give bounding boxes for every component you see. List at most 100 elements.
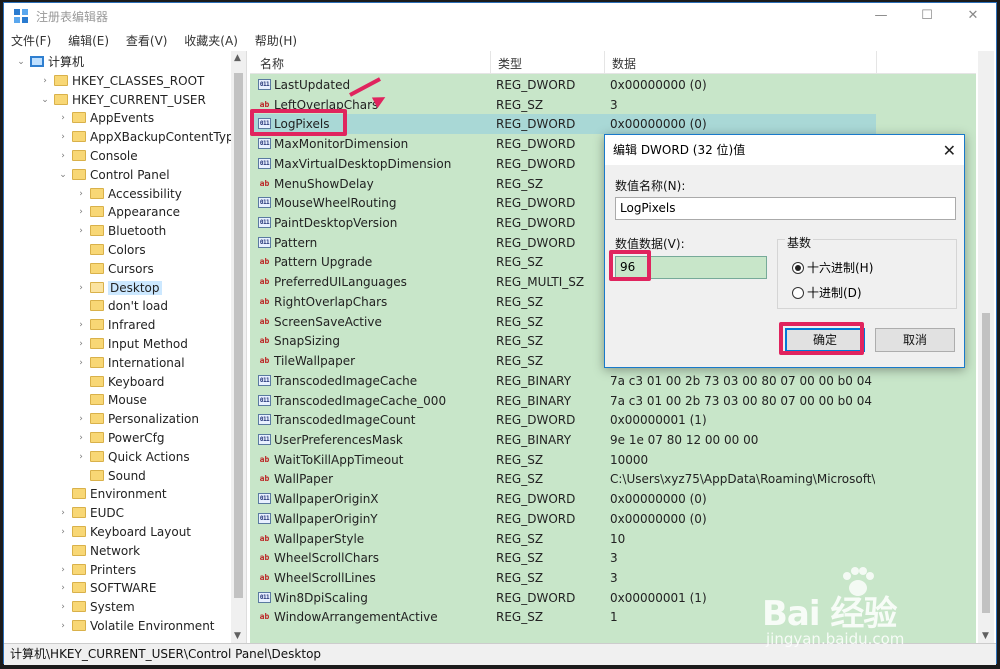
expand-chevron-icon[interactable]: ›	[38, 72, 52, 91]
cancel-button[interactable]: 取消	[875, 328, 955, 352]
tree-node[interactable]: › Personalization	[74, 410, 199, 429]
binary-value-icon: 011	[258, 236, 271, 248]
tree-node[interactable]: ⌄ Control Panel	[56, 166, 169, 185]
expand-chevron-icon[interactable]: ›	[56, 504, 70, 523]
tree-node[interactable]: › AppXBackupContentType	[56, 128, 241, 147]
tree-node[interactable]: › Console	[56, 147, 137, 166]
value-name: PaintDesktopVersion	[274, 216, 398, 231]
expand-chevron-icon[interactable]: ›	[74, 279, 88, 298]
expand-chevron-icon[interactable]: ›	[74, 185, 88, 204]
tree-node[interactable]: Cursors	[74, 260, 154, 279]
tree-node[interactable]: › Appearance	[74, 203, 180, 222]
expand-chevron-icon[interactable]: ›	[74, 429, 88, 448]
tree-node[interactable]: › Printers	[56, 561, 136, 580]
expand-chevron-icon[interactable]: ›	[74, 354, 88, 373]
expand-chevron-icon[interactable]: ›	[56, 561, 70, 580]
column-divider[interactable]	[876, 51, 877, 74]
tree-node[interactable]: › EUDC	[56, 504, 124, 523]
column-name-header[interactable]: 名称	[260, 55, 284, 72]
tree-node[interactable]: › Input Method	[74, 335, 188, 354]
menu-edit[interactable]: 编辑(E)	[61, 29, 115, 49]
hex-radio[interactable]: 十六进制(H)	[792, 261, 873, 275]
value-row[interactable]: 011 TranscodedImageCache_000 REG_BINARY 7a …	[250, 391, 976, 411]
tree-node[interactable]: Network	[56, 542, 140, 561]
tree-node[interactable]: › System	[56, 598, 135, 617]
value-data: 3	[610, 97, 618, 112]
minimize-button[interactable]: —	[858, 3, 904, 29]
collapse-chevron-icon[interactable]: ⌄	[56, 166, 70, 185]
value-row[interactable]: ab WallpaperStyle REG_SZ 10	[250, 529, 976, 549]
tree-scroll-thumb[interactable]	[234, 73, 243, 598]
tree-node[interactable]: Mouse	[74, 391, 147, 410]
expand-chevron-icon[interactable]: ›	[74, 335, 88, 354]
expand-chevron-icon[interactable]: ›	[56, 109, 70, 128]
values-scroll-thumb[interactable]	[982, 313, 990, 613]
binary-value-icon: 011	[258, 374, 271, 386]
string-value-icon: ab	[259, 474, 270, 484]
folder-icon	[90, 281, 104, 293]
collapse-chevron-icon[interactable]: ⌄	[14, 53, 28, 72]
expand-chevron-icon[interactable]: ›	[56, 617, 70, 636]
menu-view[interactable]: 查看(V)	[119, 29, 174, 49]
column-divider[interactable]	[604, 51, 605, 74]
value-row[interactable]: 011 UserPreferencesMask REG_BINARY 9e 1e 07…	[250, 430, 976, 450]
value-row[interactable]: ab LeftOverlapChars REG_SZ 3	[250, 95, 976, 115]
close-button[interactable]: ✕	[950, 3, 996, 29]
tree-node[interactable]: Keyboard	[74, 373, 164, 392]
column-type-header[interactable]: 类型	[498, 55, 522, 72]
value-name: WaitToKillAppTimeout	[274, 452, 404, 467]
tree-node[interactable]: › International	[74, 354, 185, 373]
expand-chevron-icon[interactable]: ›	[74, 316, 88, 335]
tree-node[interactable]: › SOFTWARE	[56, 579, 156, 598]
collapse-chevron-icon[interactable]: ⌄	[38, 91, 52, 110]
tree-node[interactable]: › Keyboard Layout	[56, 523, 191, 542]
tree-node[interactable]: › Bluetooth	[74, 222, 166, 241]
value-row[interactable]: ab WaitToKillAppTimeout REG_SZ 10000	[250, 450, 976, 470]
tree-node[interactable]: › Quick Actions	[74, 448, 189, 467]
values-scrollbar[interactable]: ▼	[978, 51, 994, 643]
expand-chevron-icon[interactable]: ›	[74, 448, 88, 467]
column-divider[interactable]	[490, 51, 491, 74]
menu-file[interactable]: 文件(F)	[4, 29, 57, 49]
expand-chevron-icon[interactable]: ›	[56, 523, 70, 542]
expand-chevron-icon[interactable]: ›	[74, 222, 88, 241]
value-name-field[interactable]: LogPixels	[615, 197, 956, 220]
expand-chevron-icon[interactable]: ›	[74, 410, 88, 429]
value-row[interactable]: 011 TranscodedImageCache REG_BINARY 7a c3 0…	[250, 371, 976, 391]
expand-chevron-icon[interactable]: ›	[56, 128, 70, 147]
tree-node[interactable]: › Volatile Environment	[56, 617, 214, 636]
column-data-header[interactable]: 数据	[612, 55, 636, 72]
tree-node[interactable]: › Accessibility	[74, 185, 182, 204]
expand-chevron-icon[interactable]: ›	[56, 598, 70, 617]
binary-value-icon: 011	[258, 197, 271, 209]
tree-node[interactable]: › HKEY_CLASSES_ROOT	[38, 72, 204, 91]
tree-node[interactable]: › AppEvents	[56, 109, 154, 128]
dec-radio[interactable]: 十进制(D)	[792, 286, 862, 300]
binary-value-icon: 011	[258, 414, 271, 426]
value-row[interactable]: ab WallPaper REG_SZ C:\Users\xyz75\AppData\…	[250, 469, 976, 489]
value-row[interactable]: 011 WallpaperOriginY REG_DWORD 0x00000000 (…	[250, 509, 976, 529]
menu-favorites[interactable]: 收藏夹(A)	[177, 29, 244, 49]
tree-node[interactable]: ⌄ 计算机	[14, 53, 84, 72]
scroll-down-icon[interactable]: ▼	[234, 631, 241, 641]
expand-chevron-icon[interactable]: ›	[56, 579, 70, 598]
expand-chevron-icon[interactable]: ›	[56, 147, 70, 166]
menu-help[interactable]: 帮助(H)	[248, 29, 303, 49]
maximize-button[interactable]: ☐	[904, 3, 950, 29]
value-row[interactable]: 011 WallpaperOriginX REG_DWORD 0x00000000 (…	[250, 489, 976, 509]
tree-node[interactable]: ⌄ HKEY_CURRENT_USER	[38, 91, 206, 110]
scroll-up-icon[interactable]: ▲	[234, 53, 241, 63]
value-row[interactable]: ab WheelScrollChars REG_SZ 3	[250, 548, 976, 568]
tree-scrollbar[interactable]: ▲ ▼	[231, 51, 246, 643]
expand-chevron-icon[interactable]: ›	[74, 203, 88, 222]
tree-node[interactable]: don't load	[74, 297, 168, 316]
value-row[interactable]: 011 TranscodedImageCount REG_DWORD 0x000000…	[250, 410, 976, 430]
tree-node[interactable]: › Infrared	[74, 316, 155, 335]
tree-node[interactable]: Environment	[56, 485, 167, 504]
tree-node[interactable]: › Desktop	[74, 279, 162, 298]
tree-node-label: International	[108, 355, 185, 370]
dialog-close-icon[interactable]: ✕	[943, 141, 956, 160]
tree-node[interactable]: › PowerCfg	[74, 429, 164, 448]
tree-node[interactable]: Sound	[74, 467, 146, 486]
tree-node[interactable]: Colors	[74, 241, 146, 260]
